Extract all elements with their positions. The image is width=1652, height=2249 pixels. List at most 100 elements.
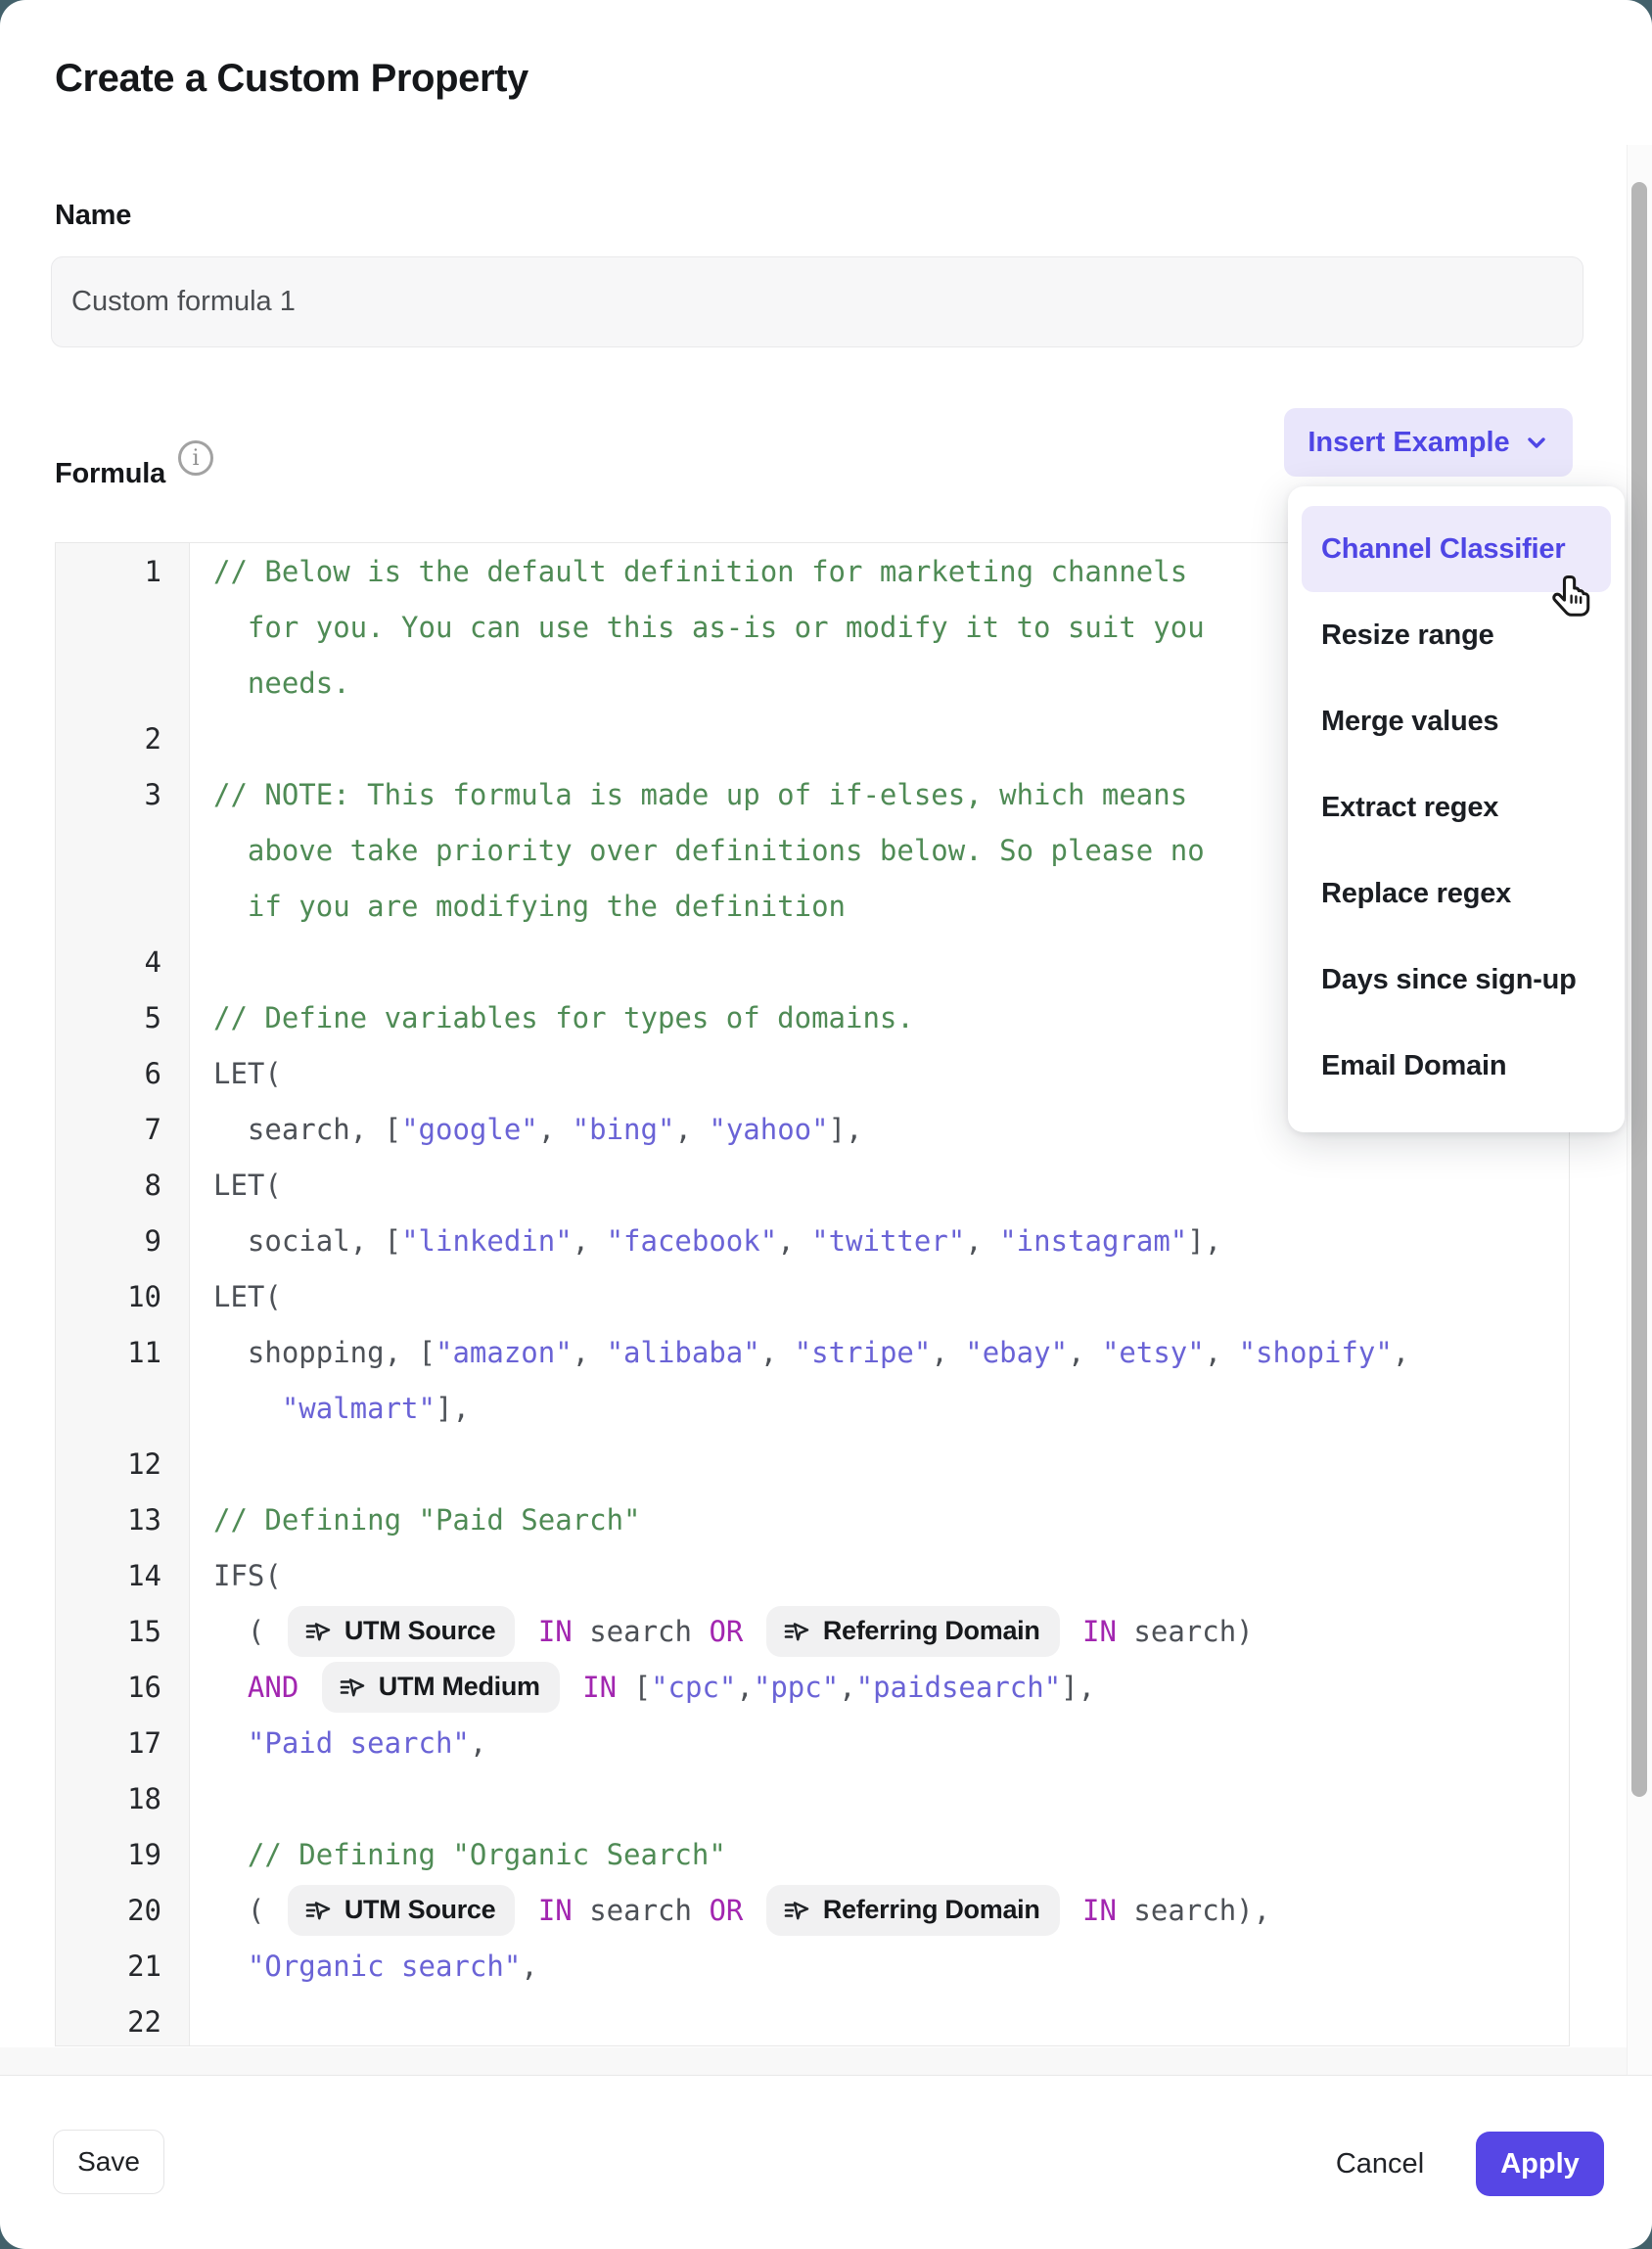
code-token: IN xyxy=(566,1671,634,1704)
code-token: "instagram" xyxy=(999,1224,1187,1258)
line-number: 22 xyxy=(56,1994,190,2046)
code-token: search, [ xyxy=(213,1113,401,1146)
create-custom-property-dialog: Create a Custom Property Name Custom for… xyxy=(0,0,1652,2249)
code-token: "shopify" xyxy=(1239,1336,1393,1369)
code-token: , xyxy=(538,1113,573,1146)
page-title: Create a Custom Property xyxy=(55,57,528,101)
code-token: IFS( xyxy=(213,1559,282,1592)
field-chip[interactable]: Referring Domain xyxy=(766,1885,1060,1936)
line-number: 12 xyxy=(56,1436,190,1492)
code-token: "walmart" xyxy=(282,1392,436,1425)
apply-button[interactable]: Apply xyxy=(1476,2132,1604,2196)
code-token: , xyxy=(470,1726,486,1760)
line-number: 15 xyxy=(56,1603,190,1659)
code-line[interactable]: ( UTM Source IN search OR Referring Doma… xyxy=(190,1603,1569,1659)
code-line[interactable] xyxy=(190,1436,1569,1492)
code-token: search), xyxy=(1133,1894,1270,1927)
code-line[interactable] xyxy=(190,1994,1569,2046)
code-line[interactable]: social, ["linkedin", "facebook", "twitte… xyxy=(190,1213,1569,1268)
field-chip-label: Referring Domain xyxy=(823,1616,1040,1646)
code-token: // Define variables for types of domains… xyxy=(213,1001,914,1034)
line-number: 5 xyxy=(56,989,190,1045)
code-token: , xyxy=(839,1671,855,1704)
code-token: IN xyxy=(1066,1615,1134,1648)
formula-label: Formula xyxy=(55,458,165,490)
code-token: ], xyxy=(436,1392,470,1425)
code-token: IN xyxy=(521,1894,589,1927)
cancel-button[interactable]: Cancel xyxy=(1311,2132,1448,2196)
vertical-scrollbar[interactable] xyxy=(1627,145,1652,2075)
code-line[interactable]: AND UTM Medium IN ["cpc","ppc","paidsear… xyxy=(190,1659,1569,1715)
line-number: 10 xyxy=(56,1268,190,1324)
code-token: , xyxy=(1205,1336,1239,1369)
code-token: needs. xyxy=(213,666,350,700)
code-line[interactable]: LET( xyxy=(190,1268,1569,1324)
code-token: IN xyxy=(1066,1894,1134,1927)
code-line[interactable]: shopping, ["amazon", "alibaba", "stripe"… xyxy=(190,1324,1569,1380)
name-label: Name xyxy=(55,200,131,232)
field-chip[interactable]: UTM Source xyxy=(288,1885,516,1936)
field-chip-label: UTM Source xyxy=(344,1895,496,1925)
code-line[interactable]: IFS( xyxy=(190,1547,1569,1603)
line-number: 16 xyxy=(56,1659,190,1715)
code-row: 12 xyxy=(56,1436,1569,1492)
code-token: ], xyxy=(1061,1671,1095,1704)
code-token: , xyxy=(674,1113,709,1146)
line-number: 19 xyxy=(56,1826,190,1882)
code-token: "Paid search" xyxy=(248,1726,470,1760)
code-token: ( xyxy=(213,1615,282,1648)
line-number: 13 xyxy=(56,1492,190,1547)
name-input[interactable]: Custom formula 1 xyxy=(51,256,1583,347)
code-token xyxy=(213,1950,248,1983)
code-line[interactable]: // Defining "Organic Search" xyxy=(190,1826,1569,1882)
name-input-value: Custom formula 1 xyxy=(71,286,296,318)
code-line[interactable]: ( UTM Source IN search OR Referring Doma… xyxy=(190,1882,1569,1938)
code-token: AND xyxy=(213,1671,316,1704)
code-token xyxy=(213,1392,282,1425)
code-row: 21 "Organic search", xyxy=(56,1938,1569,1994)
code-token: ( xyxy=(213,1894,282,1927)
insert-example-button[interactable]: Insert Example xyxy=(1284,408,1573,477)
menu-item-days-since-sign-up[interactable]: Days since sign-up xyxy=(1302,937,1611,1023)
code-token: "yahoo" xyxy=(709,1113,828,1146)
code-row: 22 xyxy=(56,1994,1569,2046)
code-line[interactable]: // Defining "Paid Search" xyxy=(190,1492,1569,1547)
field-chip[interactable]: UTM Medium xyxy=(322,1662,560,1713)
code-token: above take priority over definitions bel… xyxy=(213,834,1205,867)
info-icon[interactable]: i xyxy=(178,440,213,476)
code-token: search) xyxy=(1133,1615,1253,1648)
line-number: 11 xyxy=(56,1324,190,1380)
code-row: 19 // Defining "Organic Search" xyxy=(56,1826,1569,1882)
code-token: , xyxy=(1393,1336,1409,1369)
code-token: // Below is the default definition for m… xyxy=(213,555,1187,588)
code-line[interactable]: "Paid search", xyxy=(190,1715,1569,1770)
scrollbar-thumb[interactable] xyxy=(1631,182,1647,1797)
field-chip[interactable]: UTM Source xyxy=(288,1606,516,1657)
code-token: search xyxy=(589,1615,709,1648)
code-token: "Organic search" xyxy=(248,1950,521,1983)
code-token: // NOTE: This formula is made up of if-e… xyxy=(213,778,1187,811)
code-token: LET( xyxy=(213,1169,282,1202)
line-number: 6 xyxy=(56,1045,190,1101)
code-token: "amazon" xyxy=(436,1336,573,1369)
code-token: "alibaba" xyxy=(607,1336,760,1369)
code-token: , xyxy=(760,1336,795,1369)
save-button[interactable]: Save xyxy=(53,2130,164,2194)
menu-item-email-domain[interactable]: Email Domain xyxy=(1302,1023,1611,1109)
code-token: ], xyxy=(829,1113,863,1146)
menu-item-replace-regex[interactable]: Replace regex xyxy=(1302,850,1611,937)
code-line[interactable]: LET( xyxy=(190,1157,1569,1213)
code-row: 13// Defining "Paid Search" xyxy=(56,1492,1569,1547)
code-row: 14IFS( xyxy=(56,1547,1569,1603)
line-number: 21 xyxy=(56,1938,190,1994)
code-line[interactable] xyxy=(190,1770,1569,1826)
menu-item-extract-regex[interactable]: Extract regex xyxy=(1302,764,1611,850)
line-number: 1 xyxy=(56,543,190,599)
code-row: 8LET( xyxy=(56,1157,1569,1213)
code-line[interactable]: "Organic search", xyxy=(190,1938,1569,1994)
field-chip[interactable]: Referring Domain xyxy=(766,1606,1060,1657)
menu-item-merge-values[interactable]: Merge values xyxy=(1302,678,1611,764)
chevron-down-icon xyxy=(1524,430,1549,455)
line-number xyxy=(56,878,190,934)
code-line[interactable]: "walmart"], xyxy=(190,1380,1569,1436)
